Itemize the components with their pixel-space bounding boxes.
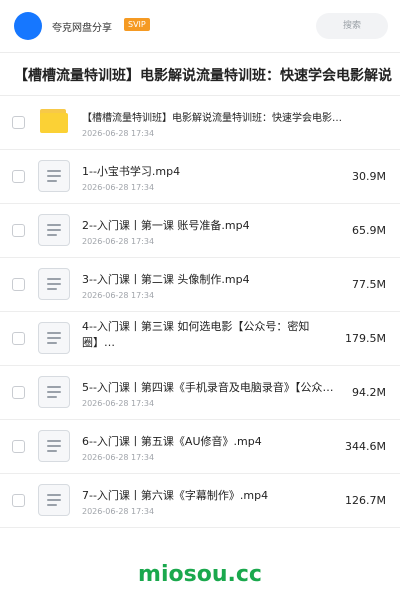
- divider: [0, 52, 400, 53]
- file-size: 30.9M: [352, 170, 386, 183]
- file-icon: [38, 160, 70, 192]
- select-checkbox[interactable]: [12, 278, 25, 291]
- list-item[interactable]: 7--入门课丨第六课《字幕制作》.mp4 2026-06-28 17:34 12…: [0, 474, 400, 528]
- file-size: 179.5M: [345, 332, 386, 345]
- header-bar: 夸克网盘分享 SVIP 搜索: [0, 0, 400, 52]
- select-checkbox[interactable]: [12, 116, 25, 129]
- file-date: 2026-06-28 17:34: [82, 129, 155, 138]
- watermark-text: miosou.cc: [138, 562, 262, 587]
- select-checkbox[interactable]: [12, 440, 25, 453]
- file-name: 1--小宝书学习.mp4: [82, 165, 181, 178]
- file-size: 344.6M: [345, 440, 386, 453]
- file-name: 7--入门课丨第六课《字幕制作》.mp4: [82, 489, 269, 502]
- file-date: 2026-06-28 17:34: [82, 183, 155, 192]
- file-name: 3--入门课丨第二课 头像制作.mp4: [82, 273, 250, 286]
- file-list: 【槽槽流量特训班】电影解说流量特训班：快速学会电影… 2026-06-28 17…: [0, 96, 400, 528]
- file-icon: [38, 376, 70, 408]
- list-item[interactable]: 2--入门课丨第一课 账号准备.mp4 2026-06-28 17:34 65.…: [0, 204, 400, 258]
- file-name: 4--入门课丨第三课 如何选电影【公众号：密知圈】…: [82, 320, 310, 349]
- svip-badge: SVIP: [124, 18, 150, 31]
- select-checkbox[interactable]: [12, 494, 25, 507]
- file-size: 94.2M: [352, 386, 386, 399]
- file-date: 2026-06-28 17:34: [82, 237, 155, 246]
- file-date: 2026-06-28 17:34: [82, 453, 155, 462]
- file-name: 6--入门课丨第五课《AU修音》.mp4: [82, 435, 262, 448]
- file-name: 【槽槽流量特训班】电影解说流量特训班：快速学会电影…: [82, 113, 342, 124]
- folder-icon: [38, 106, 70, 138]
- avatar[interactable]: [14, 12, 42, 40]
- file-icon: [38, 484, 70, 516]
- select-checkbox[interactable]: [12, 332, 25, 345]
- file-icon: [38, 430, 70, 462]
- select-checkbox[interactable]: [12, 224, 25, 237]
- file-size: 65.9M: [352, 224, 386, 237]
- file-icon: [38, 268, 70, 300]
- search-button[interactable]: 搜索: [316, 13, 388, 39]
- list-item[interactable]: 3--入门课丨第二课 头像制作.mp4 2026-06-28 17:34 77.…: [0, 258, 400, 312]
- file-size: 77.5M: [352, 278, 386, 291]
- file-name: 5--入门课丨第四课《手机录音及电脑录音》【公众号…: [82, 381, 342, 394]
- file-icon: [38, 214, 70, 246]
- select-checkbox[interactable]: [12, 170, 25, 183]
- list-item[interactable]: 6--入门课丨第五课《AU修音》.mp4 2026-06-28 17:34 34…: [0, 420, 400, 474]
- list-item[interactable]: 5--入门课丨第四课《手机录音及电脑录音》【公众号… 2026-06-28 17…: [0, 366, 400, 420]
- file-name: 2--入门课丨第一课 账号准备.mp4: [82, 219, 250, 232]
- page-title: 【槽槽流量特训班】电影解说流量特训班：快速学会电影解说: [14, 68, 392, 84]
- list-item[interactable]: 1--小宝书学习.mp4 2026-06-28 17:34 30.9M: [0, 150, 400, 204]
- file-size: 126.7M: [345, 494, 386, 507]
- list-item[interactable]: 4--入门课丨第三课 如何选电影【公众号：密知圈】… 179.5M: [0, 312, 400, 366]
- file-date: 2026-06-28 17:34: [82, 291, 155, 300]
- select-checkbox[interactable]: [12, 386, 25, 399]
- file-icon: [38, 322, 70, 354]
- owner-name: 夸克网盘分享: [52, 23, 112, 34]
- list-item[interactable]: 【槽槽流量特训班】电影解说流量特训班：快速学会电影… 2026-06-28 17…: [0, 96, 400, 150]
- file-date: 2026-06-28 17:34: [82, 507, 155, 516]
- file-date: 2026-06-28 17:34: [82, 399, 155, 408]
